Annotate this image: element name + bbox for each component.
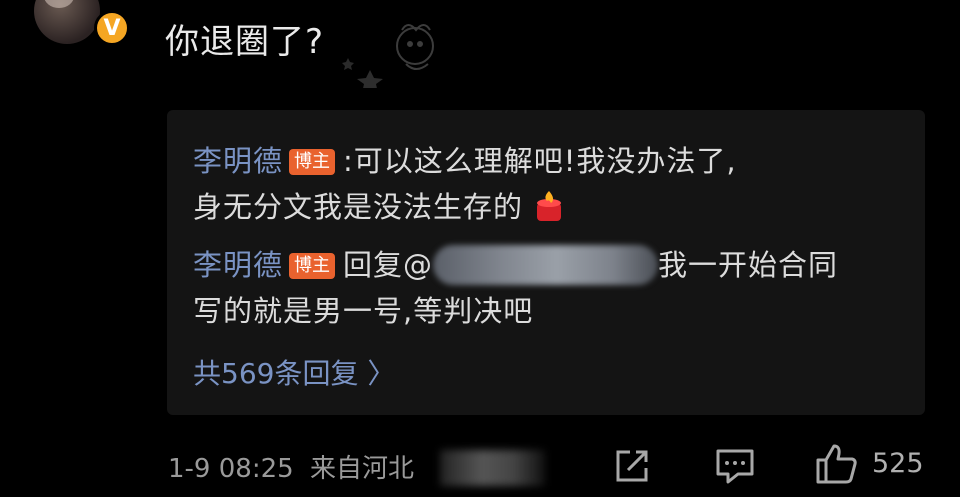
reply-text: 写的就是男一号,等判决吧	[193, 294, 534, 328]
comment-text: 你退圈了?	[165, 22, 325, 62]
reply-username[interactable]: 李明德	[193, 248, 283, 282]
verified-icon: V	[94, 10, 130, 46]
reply-prefix: 回复@	[343, 248, 434, 282]
author-tag: 博主	[289, 253, 336, 279]
view-more-replies-link[interactable]: 共569条回复 〉	[193, 352, 395, 392]
reply-1-line-1[interactable]: 李明德 博主 :可以这么理解吧!我没办法了,	[193, 138, 737, 180]
comment-meta: 1-9 08:25 来自河北	[168, 448, 414, 485]
sticker-image	[342, 24, 434, 88]
like-count: 525	[872, 448, 924, 479]
comment-icon[interactable]	[714, 446, 756, 486]
reply-text: :可以这么理解吧!我没办法了,	[343, 144, 737, 178]
reply-2-line-1[interactable]: 李明德 博主 回复@ 我一开始合同	[193, 242, 838, 285]
reply-username[interactable]: 李明德	[193, 144, 283, 178]
location: 来自河北	[309, 454, 414, 484]
reply-text: 我一开始合同	[658, 248, 839, 282]
redacted-username	[433, 245, 659, 285]
redacted-area	[440, 450, 545, 486]
author-tag: 博主	[289, 149, 336, 175]
timestamp: 1-9 08:25	[168, 454, 294, 484]
reply-text: 身无分文我是没法生存的	[193, 190, 524, 224]
avatar[interactable]	[34, 0, 100, 44]
reply-2-line-2: 写的就是男一号,等判决吧	[193, 288, 533, 330]
share-icon[interactable]	[612, 446, 652, 486]
fire-emoji-icon	[537, 191, 562, 221]
reply-1-line-2: 身无分文我是没法生存的	[193, 184, 565, 226]
like-icon[interactable]	[814, 442, 858, 486]
